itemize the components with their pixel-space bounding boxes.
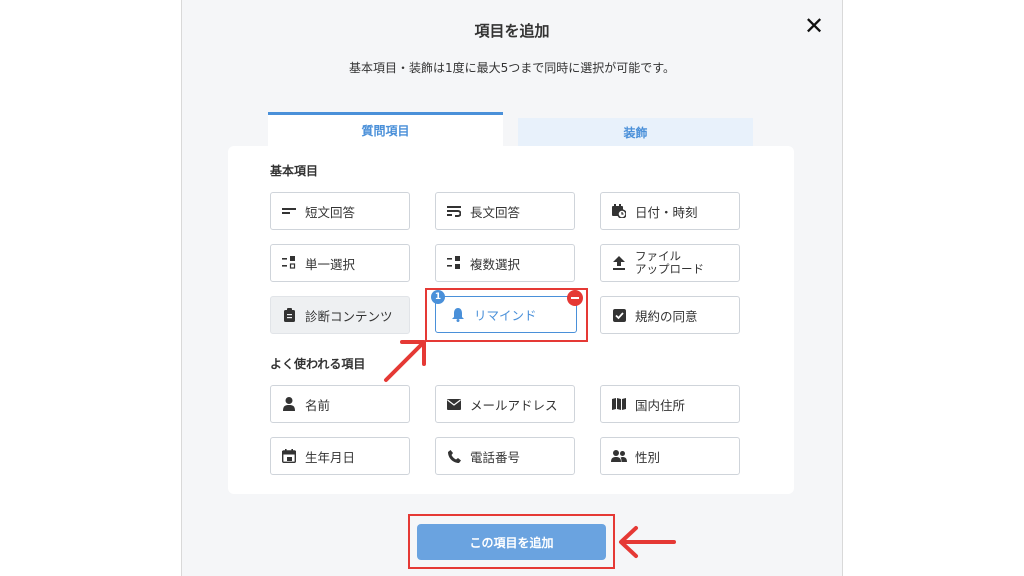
clipboard-icon	[281, 307, 297, 323]
item-name[interactable]: 名前	[270, 385, 410, 423]
item-label: 電話番号	[470, 449, 521, 465]
tab-decoration[interactable]: 装飾	[518, 118, 753, 146]
item-phone[interactable]: 電話番号	[435, 437, 575, 475]
backdrop-right	[843, 0, 1024, 576]
item-gender[interactable]: 性別	[600, 437, 740, 475]
item-label: 日付・時刻	[635, 204, 698, 220]
tab-question-items[interactable]: 質問項目	[268, 112, 503, 146]
close-icon[interactable]: ✕	[801, 13, 827, 39]
dialog-subtitle: 基本項目・装飾は1度に最大5つまで同時に選択が可能です。	[348, 61, 676, 75]
item-label: 複数選択	[470, 256, 521, 272]
selection-order-badge: 1	[431, 290, 445, 304]
dialog-title: 項目を追加	[474, 22, 550, 40]
long-text-icon	[446, 203, 462, 219]
item-label: 診断コンテンツ	[305, 308, 393, 324]
item-label-line2: アップロード	[635, 262, 704, 276]
item-datetime[interactable]: 日付・時刻	[600, 192, 740, 230]
item-diagnosis-content[interactable]: 診断コンテンツ	[270, 296, 410, 334]
item-label: 名前	[305, 397, 331, 413]
item-label: 生年月日	[305, 449, 356, 465]
item-label: ファイル	[635, 249, 681, 263]
item-email[interactable]: メールアドレス	[435, 385, 575, 423]
item-label-wrap: ファイル アップロード	[635, 250, 704, 276]
item-label: 長文回答	[470, 204, 521, 220]
people-icon	[611, 448, 627, 464]
remove-selection-icon[interactable]	[567, 290, 583, 306]
item-label: 国内住所	[635, 397, 686, 413]
item-file-upload[interactable]: ファイル アップロード	[600, 244, 740, 282]
item-label: リマインド	[474, 308, 537, 323]
add-item-dialog: 項目を追加 ✕ 基本項目・装飾は1度に最大5つまで同時に選択が可能です。 質問項…	[182, 0, 842, 576]
item-short-answer[interactable]: 短文回答	[270, 192, 410, 230]
add-item-button[interactable]: この項目を追加	[417, 524, 606, 560]
item-label: メールアドレス	[470, 397, 558, 413]
map-icon	[611, 396, 627, 412]
item-single-choice[interactable]: 単一選択	[270, 244, 410, 282]
item-remind[interactable]: 1 リマインド	[431, 290, 583, 333]
phone-icon	[446, 448, 462, 464]
checkbox-icon	[611, 307, 627, 323]
backdrop-left	[0, 0, 181, 576]
item-label: 単一選択	[305, 256, 356, 272]
short-text-icon	[281, 203, 297, 219]
item-label: 性別	[635, 449, 661, 465]
envelope-icon	[446, 396, 462, 412]
section-basic-label: 基本項目	[270, 164, 319, 178]
section-common-label: よく使われる項目	[270, 357, 366, 371]
person-icon	[281, 396, 297, 412]
item-birthday[interactable]: 生年月日	[270, 437, 410, 475]
item-label: 短文回答	[305, 204, 356, 220]
item-address[interactable]: 国内住所	[600, 385, 740, 423]
calendar-clock-icon	[611, 203, 627, 219]
upload-icon	[611, 255, 627, 271]
multi-choice-icon	[446, 255, 462, 271]
bell-icon	[450, 307, 466, 323]
item-long-answer[interactable]: 長文回答	[435, 192, 575, 230]
items-panel: 基本項目 短文回答 長文回答 日付・時刻 単一選択 複数選択 ファイル アップロ…	[228, 146, 794, 494]
item-multi-choice[interactable]: 複数選択	[435, 244, 575, 282]
single-choice-icon	[281, 255, 297, 271]
item-terms-agreement[interactable]: 規約の同意	[600, 296, 740, 334]
modal-edge-right	[842, 0, 843, 576]
birthday-calendar-icon	[281, 448, 297, 464]
item-label: 規約の同意	[635, 308, 698, 324]
